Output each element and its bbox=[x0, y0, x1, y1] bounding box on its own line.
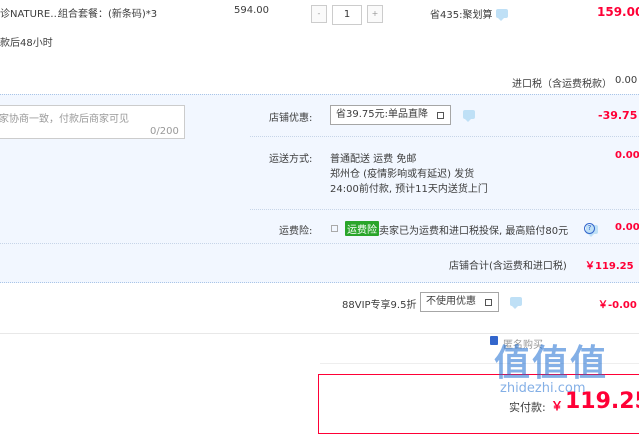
insurance-checkbox[interactable] bbox=[331, 225, 338, 232]
pay-label: 实付款: bbox=[509, 401, 546, 414]
unit-price: 594.00 bbox=[234, 5, 269, 16]
item-name[interactable]: 诊NATURE… bbox=[0, 5, 60, 20]
shop-total-value: ￥119.25 bbox=[585, 261, 634, 272]
promo-text: 省435:聚划算 bbox=[430, 10, 493, 21]
insurance-badge-wrap: 运费险 bbox=[345, 221, 379, 236]
message-icon[interactable] bbox=[463, 110, 475, 122]
shop-discount-value: -39.75 bbox=[598, 109, 638, 122]
order-item-row: 诊NATURE… 组合套餐：(新条码)*3 款后48小时 594.00 - 1 … bbox=[0, 0, 639, 62]
import-tax-value: 0.00 bbox=[615, 75, 638, 86]
shop-discount-option: 省39.75元:单品直降 bbox=[336, 109, 428, 120]
quantity-input[interactable]: 1 bbox=[332, 5, 362, 25]
divider bbox=[250, 136, 639, 137]
vip-value: ￥-0.00 bbox=[598, 300, 637, 311]
shop-discount-select[interactable]: 省39.75元:单品直降 bbox=[330, 105, 451, 125]
divider bbox=[0, 243, 639, 244]
shop-total-label: 店铺合计(含运费和进口税) bbox=[449, 261, 567, 272]
watermark-logo: 值值值 bbox=[494, 343, 609, 384]
insurance-label: 运费险: bbox=[279, 226, 313, 237]
dropdown-arrow-icon bbox=[437, 112, 444, 119]
message-icon[interactable] bbox=[510, 297, 522, 309]
quantity-increase-button[interactable]: + bbox=[367, 5, 383, 23]
vip-discount-row: 88VIP专享9.5折 不使用优惠 ￥-0.00 bbox=[0, 283, 639, 334]
import-tax-row: 进口税（含运费税款） 0.00 bbox=[0, 62, 639, 94]
help-icon: ? bbox=[584, 223, 595, 234]
pay-currency: ￥ bbox=[551, 399, 564, 413]
insurance-badge: 运费险 bbox=[345, 221, 379, 236]
shipping-value: 0.00 bbox=[615, 150, 639, 161]
insurance-value: 0.00 bbox=[615, 222, 639, 233]
item-spec: 组合套餐：(新条码)*3 bbox=[58, 9, 158, 20]
message-icon[interactable] bbox=[496, 9, 508, 21]
dropdown-arrow-icon bbox=[485, 299, 492, 306]
item-note: 款后48小时 bbox=[0, 38, 53, 49]
buyer-memo-textarea[interactable]: 家协商一致，付款后商家可见 0/200 bbox=[0, 105, 185, 139]
shipping-label: 运送方式: bbox=[269, 154, 313, 165]
watermark-site: zhidezhi.com bbox=[500, 381, 586, 396]
vip-option: 不使用优惠 bbox=[426, 296, 476, 307]
shop-summary-panel: 家协商一致，付款后商家可见 0/200 店铺优惠: 省39.75元:单品直降 -… bbox=[0, 94, 639, 283]
memo-counter: 0/200 bbox=[150, 126, 179, 137]
shop-discount-label: 店铺优惠: bbox=[269, 113, 313, 124]
memo-placeholder: 家协商一致，付款后商家可见 bbox=[0, 114, 129, 125]
shipping-eta: 24:00前付款, 预计11天内送货上门 bbox=[330, 184, 488, 195]
import-tax-label: 进口税（含运费税款） bbox=[512, 79, 612, 90]
shipping-warehouse: 郑州仓 (疫情影响或有延迟) 发货 bbox=[330, 169, 475, 180]
divider bbox=[250, 209, 639, 210]
item-subtotal: 159.00 bbox=[597, 5, 639, 19]
quantity-decrease-button[interactable]: - bbox=[311, 5, 327, 23]
vip-label: 88VIP专享9.5折 bbox=[342, 300, 417, 311]
insurance-text: 卖家已为运费和进口税投保, 最高赔付80元 bbox=[379, 226, 569, 237]
vip-discount-select[interactable]: 不使用优惠 bbox=[420, 292, 499, 312]
shipping-method: 普通配送 运费 免邮 bbox=[330, 154, 417, 165]
help-icon-wrap[interactable]: ? bbox=[584, 222, 595, 234]
